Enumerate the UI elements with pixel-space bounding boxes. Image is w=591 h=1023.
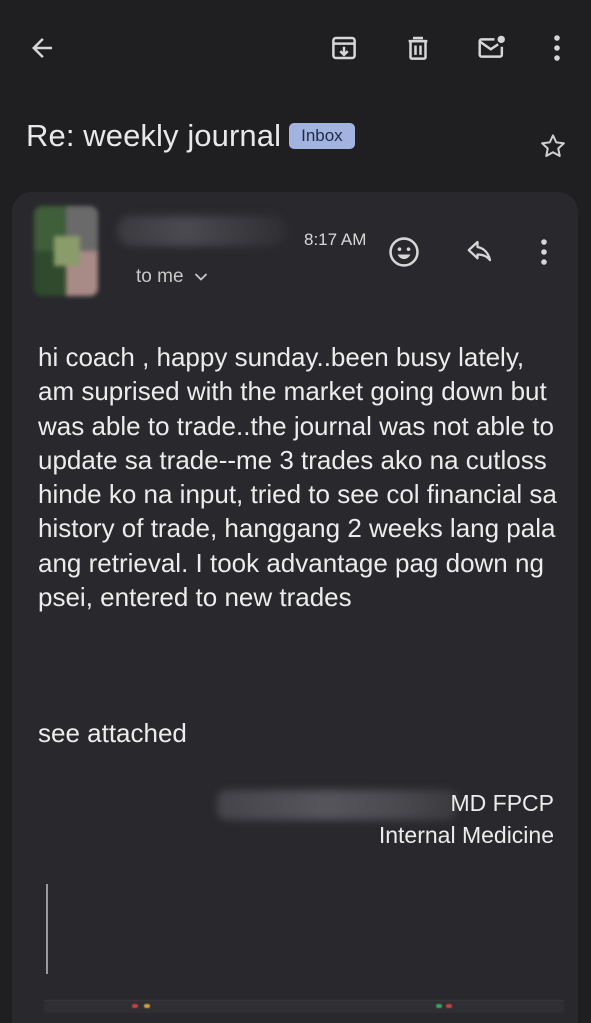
- emoji-reaction-icon: [389, 237, 419, 267]
- reply-icon: [467, 240, 492, 262]
- archive-button[interactable]: [322, 26, 366, 70]
- message-card: 8:17 AM to me hi coach , happy sunday..b…: [12, 192, 578, 1023]
- message-time: 8:17 AM: [304, 230, 367, 249]
- archive-icon: [332, 36, 356, 60]
- message-body-text: hi coach , happy sunday..been busy latel…: [38, 342, 557, 613]
- message-more-button[interactable]: [522, 230, 566, 274]
- signature-name-redacted: [217, 790, 457, 820]
- signature-specialty: Internal Medicine: [378, 822, 554, 848]
- reply-button[interactable]: [458, 230, 502, 274]
- recipient-details-toggle[interactable]: to me: [136, 266, 208, 288]
- attachment-preview-mark: [132, 1004, 138, 1008]
- email-subject: Re: weekly journal: [26, 118, 282, 153]
- attachment-preview-mark: [446, 1004, 452, 1008]
- email-view: Re: weekly journal Inbox 8:17 AM to me h…: [0, 0, 591, 1023]
- mail-unread-icon: [478, 35, 505, 58]
- avatar-blur-block: [54, 236, 80, 266]
- more-vert-icon: [554, 35, 560, 61]
- attachment-preview-mark: [436, 1004, 442, 1008]
- chevron-down-icon: [194, 273, 207, 281]
- subject-row: Re: weekly journal Inbox: [26, 112, 546, 160]
- recipient-label: to me: [136, 266, 184, 287]
- message-closing: see attached: [38, 718, 187, 748]
- mark-unread-button[interactable]: [470, 26, 514, 70]
- quoted-text-bar: [46, 884, 48, 974]
- inbox-label-chip[interactable]: Inbox: [289, 123, 355, 149]
- add-reaction-button[interactable]: [382, 230, 426, 274]
- sender-avatar[interactable]: [34, 206, 98, 296]
- more-vert-icon: [541, 239, 547, 265]
- attachment-preview-strip[interactable]: [44, 1000, 564, 1013]
- more-options-button[interactable]: [535, 26, 579, 70]
- back-button[interactable]: [20, 26, 64, 70]
- top-app-bar: [0, 0, 591, 96]
- delete-button[interactable]: [396, 26, 440, 70]
- attachment-preview-mark: [144, 1004, 150, 1008]
- sender-name-redacted: [117, 216, 287, 246]
- star-outline-icon: [541, 134, 565, 157]
- arrow-back-icon: [32, 38, 52, 58]
- message-body: hi coach , happy sunday..been busy latel…: [38, 340, 558, 614]
- trash-icon: [408, 36, 428, 60]
- star-button[interactable]: [531, 124, 575, 168]
- signature-credentials: MD FPCP: [450, 790, 555, 816]
